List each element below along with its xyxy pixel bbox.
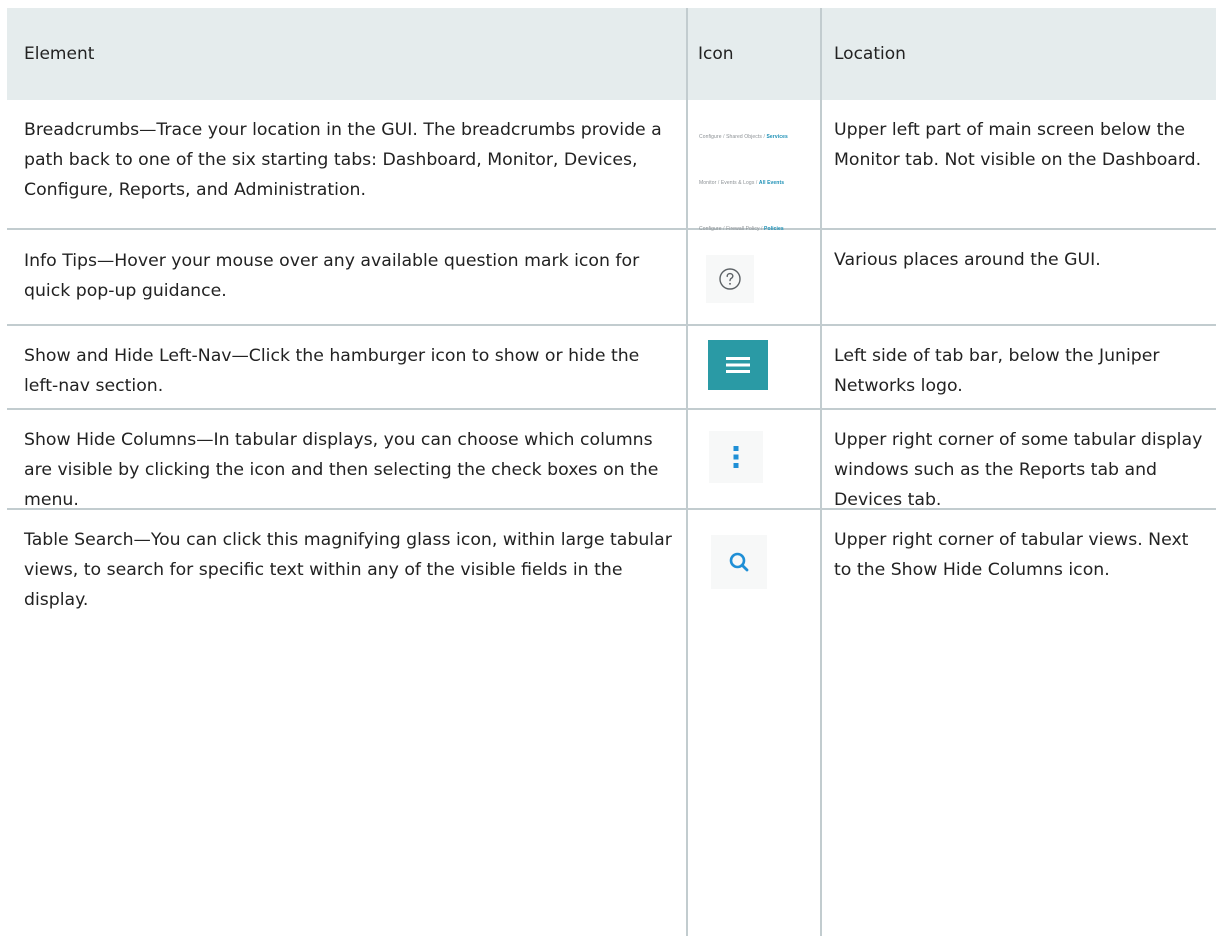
breadcrumb-example-all-events: Monitor / Events & Logs / All Events: [699, 180, 785, 186]
header-element: Element: [24, 44, 95, 64]
icon-cell: [687, 326, 821, 408]
ui-elements-table: Element Icon Location Breadcrumbs—Trace …: [7, 8, 1216, 936]
element-cell: Breadcrumbs—Trace your location in the G…: [24, 120, 662, 200]
magnifier-icon: [711, 535, 767, 589]
hamburger-icon: [708, 340, 768, 390]
element-cell: Table Search—You can click this magnifyi…: [24, 530, 672, 610]
location-cell: Various places around the GUI.: [834, 250, 1101, 270]
column-divider: [820, 8, 822, 936]
element-cell: Show and Hide Left-Nav—Click the hamburg…: [24, 346, 640, 396]
column-divider: [686, 8, 688, 936]
location-cell: Upper left part of main screen below the…: [834, 120, 1202, 170]
icon-cell: [687, 410, 821, 508]
question-circle-icon: [706, 255, 754, 303]
table-row: Info Tips—Hover your mouse over any avai…: [7, 230, 1216, 326]
table-row: Table Search—You can click this magnifyi…: [7, 510, 1216, 637]
icon-cell: [687, 230, 821, 324]
location-cell: Upper right corner of tabular views. Nex…: [834, 530, 1189, 580]
icon-cell: [687, 510, 821, 637]
element-cell: Show Hide Columns—In tabular displays, y…: [24, 430, 659, 510]
table-row: Show Hide Columns—In tabular displays, y…: [7, 410, 1216, 510]
header-location: Location: [834, 44, 906, 64]
table-row: Show and Hide Left-Nav—Click the hamburg…: [7, 326, 1216, 410]
breadcrumb-examples: Configure / Shared Objects / Services Mo…: [687, 100, 821, 232]
location-cell: Upper right corner of some tabular displ…: [834, 430, 1203, 510]
element-cell: Info Tips—Hover your mouse over any avai…: [24, 251, 640, 301]
breadcrumb-example-services: Configure / Shared Objects / Services: [699, 134, 788, 140]
location-cell: Left side of tab bar, below the Juniper …: [834, 346, 1160, 396]
table-row: Breadcrumbs—Trace your location in the G…: [7, 100, 1216, 232]
header-icon: Icon: [698, 44, 734, 64]
vertical-dots-icon: [709, 431, 763, 483]
table-header-row: Element Icon Location: [7, 8, 1216, 100]
